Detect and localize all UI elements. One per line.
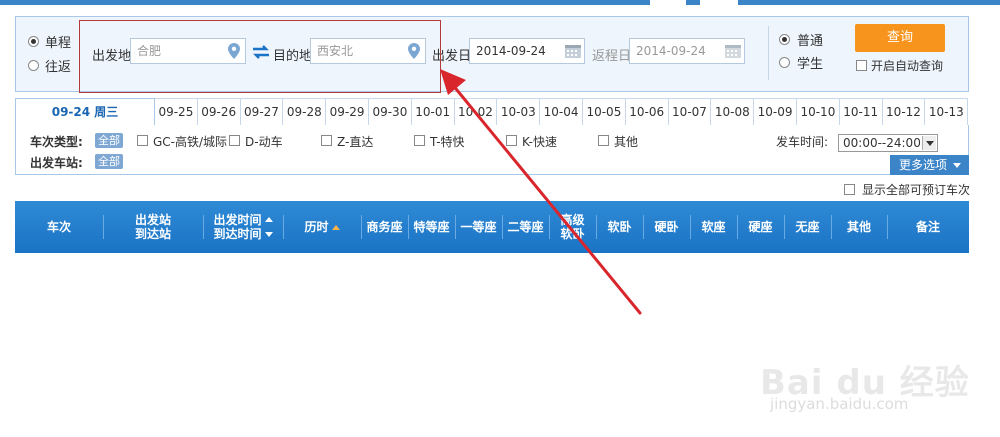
col-other[interactable]: 其他 <box>831 201 887 253</box>
filter-d-label: D-动车 <box>245 135 283 149</box>
tab-date[interactable]: 09-25 <box>155 98 198 126</box>
round-trip-label: 往返 <box>45 60 72 75</box>
top-strip <box>0 0 1000 5</box>
col-train-no[interactable]: 车次 <box>15 201 103 253</box>
student-passenger-label: 学生 <box>797 57 824 72</box>
depart-time-select[interactable]: 00:00--24:00 <box>838 134 938 152</box>
tab-date[interactable]: 10-01 <box>411 98 455 126</box>
train-type-label: 车次类型: <box>30 135 83 149</box>
watermark-url: jingyan.baidu.com <box>770 395 909 413</box>
tab-date[interactable]: 10-09 <box>754 98 797 126</box>
tab-date[interactable]: 09-27 <box>240 98 284 126</box>
auto-query-label: 开启自动查询 <box>871 59 944 73</box>
return-date-label: 返程日 <box>592 49 632 64</box>
depart-station-all-tag[interactable]: 全部 <box>95 154 123 169</box>
depart-time-label: 发车时间: <box>776 135 829 149</box>
result-table-header: 车次 出发站 到达站 出发时间 到达时间 历时 商务座 特等座 一等座 二等座 <box>15 201 969 253</box>
top-tab[interactable] <box>650 0 686 5</box>
tab-date[interactable]: 10-12 <box>882 98 926 126</box>
col-duration[interactable]: 历时 <box>283 201 361 253</box>
col-station[interactable]: 出发站 到达站 <box>103 201 203 253</box>
col-second-class[interactable]: 二等座 <box>502 201 549 253</box>
round-trip-radio[interactable] <box>28 60 39 71</box>
tab-date[interactable]: 09-29 <box>326 98 369 126</box>
filter-gc-label: GC-高铁/城际 <box>153 135 228 149</box>
tab-date[interactable]: 09-26 <box>197 98 241 126</box>
col-remark[interactable]: 备注 <box>887 201 969 253</box>
col-adv-soft-sleeper[interactable]: 高级 软卧 <box>549 201 596 253</box>
filter-z-label: Z-直达 <box>337 135 374 149</box>
filter-other-label: 其他 <box>614 135 639 149</box>
col-business[interactable]: 商务座 <box>361 201 408 253</box>
col-adv-soft-2: 软卧 <box>560 227 585 241</box>
query-button[interactable]: 查询 <box>855 24 945 52</box>
train-type-all-tag[interactable]: 全部 <box>95 133 123 148</box>
sort-down-icon[interactable] <box>264 232 273 237</box>
col-time[interactable]: 出发时间 到达时间 <box>203 201 283 253</box>
tab-date[interactable]: 10-02 <box>454 98 498 126</box>
col-time-depart: 出发时间 <box>213 213 262 227</box>
show-all-bookable-checkbox[interactable] <box>844 184 855 195</box>
one-way-radio[interactable] <box>28 36 39 47</box>
filter-k-checkbox[interactable] <box>506 135 517 146</box>
sort-up-icon[interactable] <box>331 224 340 230</box>
annotation-highlight-box <box>79 20 441 93</box>
col-station-from: 出发站 <box>134 213 171 227</box>
one-way-label: 单程 <box>45 36 72 51</box>
depart-time-value: 00:00--24:00 <box>843 136 921 150</box>
filter-k-label: K-快速 <box>522 135 557 149</box>
tab-date[interactable]: 10-10 <box>797 98 840 126</box>
tab-date[interactable]: 10-11 <box>839 98 883 126</box>
divider <box>768 26 769 80</box>
depart-station-label: 出发车站: <box>30 156 83 170</box>
col-first-class[interactable]: 一等座 <box>455 201 502 253</box>
calendar-icon[interactable] <box>724 43 742 59</box>
auto-query-checkbox[interactable] <box>856 60 867 71</box>
col-special[interactable]: 特等座 <box>408 201 455 253</box>
tab-date[interactable]: 10-07 <box>668 98 712 126</box>
col-hard-seat[interactable]: 硬座 <box>737 201 784 253</box>
filter-z-checkbox[interactable] <box>321 135 332 146</box>
filter-t-checkbox[interactable] <box>414 135 425 146</box>
col-adv-soft-1: 高级 <box>560 213 585 227</box>
tab-date[interactable]: 09-30 <box>369 98 412 126</box>
col-station-to: 到达站 <box>134 227 171 241</box>
tab-date[interactable]: 10-04 <box>540 98 583 126</box>
tab-date[interactable]: 10-08 <box>711 98 755 126</box>
filter-d-checkbox[interactable] <box>229 135 240 146</box>
col-soft-seat[interactable]: 软座 <box>690 201 737 253</box>
chevron-down-icon[interactable] <box>922 136 936 150</box>
col-duration-label: 历时 <box>304 220 329 234</box>
filter-t-label: T-特快 <box>430 135 465 149</box>
tab-date[interactable]: 10-03 <box>497 98 541 126</box>
tab-date[interactable]: 10-13 <box>925 98 969 126</box>
student-passenger-radio[interactable] <box>779 57 790 68</box>
tab-date[interactable]: 10-05 <box>583 98 626 126</box>
filter-gc-checkbox[interactable] <box>137 135 148 146</box>
col-soft-sleeper[interactable]: 软卧 <box>596 201 643 253</box>
sort-up-icon[interactable] <box>264 217 273 222</box>
col-hard-sleeper[interactable]: 硬卧 <box>643 201 690 253</box>
col-time-arrive: 到达时间 <box>213 227 262 241</box>
more-options-button[interactable]: 更多选项 <box>890 155 969 175</box>
tab-date[interactable]: 10-06 <box>625 98 669 126</box>
normal-passenger-radio[interactable] <box>779 34 790 45</box>
tab-date[interactable]: 09-28 <box>283 98 327 126</box>
show-all-bookable-label: 显示全部可预订车次 <box>862 183 971 197</box>
calendar-icon[interactable] <box>564 43 582 59</box>
top-tab[interactable] <box>700 0 738 5</box>
tab-active-date[interactable]: 09-24 周三 <box>15 98 155 126</box>
page: 单程 往返 出发地 合肥 目的地 西安北 出发日 2014-09-24 返程日 … <box>0 0 1000 437</box>
col-no-seat[interactable]: 无座 <box>784 201 831 253</box>
date-tab-bar: 09-24 周三 09-25 09-26 09-27 09-28 09-29 09-30 1… <box>15 98 969 126</box>
filter-other-checkbox[interactable] <box>598 135 609 146</box>
normal-passenger-label: 普通 <box>797 34 824 49</box>
